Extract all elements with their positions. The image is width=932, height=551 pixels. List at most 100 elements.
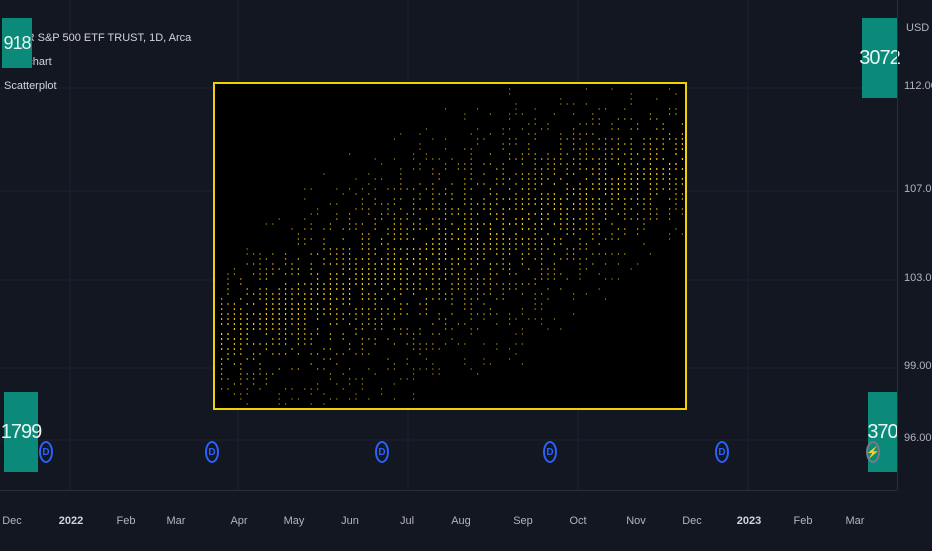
scatter-dot — [573, 203, 575, 205]
scatter-dot — [630, 143, 632, 145]
scatter-dot — [278, 323, 280, 325]
scatter-dot — [317, 293, 319, 295]
scatter-dot — [528, 283, 530, 285]
scatter-dot — [297, 343, 299, 345]
scatter-dot — [509, 188, 511, 190]
scatter-dot — [438, 263, 440, 265]
scatter-dot — [649, 113, 651, 115]
scatter-dot — [272, 263, 274, 265]
scatter-dot — [515, 243, 517, 245]
scatter-dot — [323, 238, 325, 240]
scatter-dot — [400, 233, 402, 235]
time-axis[interactable]: Dec 2022 Feb Mar Apr May Jun Jul Aug Sep… — [0, 490, 897, 551]
scatter-dot — [432, 278, 434, 280]
scatter-dot — [374, 203, 376, 205]
dividend-marker[interactable]: D — [205, 441, 219, 463]
scatter-dot — [413, 208, 415, 210]
scatter-dot — [483, 223, 485, 225]
scatter-dot — [547, 213, 549, 215]
scatter-dot — [240, 313, 242, 315]
scatter-dot — [675, 163, 677, 165]
scatter-dot — [477, 373, 479, 375]
scatter-dot — [573, 148, 575, 150]
dividend-marker[interactable]: D — [375, 441, 389, 463]
scatter-dot — [329, 313, 331, 315]
scatter-dot — [605, 278, 607, 280]
scatter-dot — [528, 148, 530, 150]
scatter-dot — [605, 148, 607, 150]
scatter-dot — [502, 283, 504, 285]
scatter-dot — [406, 273, 408, 275]
dividend-marker[interactable]: D — [715, 441, 729, 463]
scatter-dot — [304, 238, 306, 240]
scatter-dot — [585, 258, 587, 260]
price-axis[interactable]: USD 112.00 107.00 103.00 99.00 96.00 — [897, 0, 932, 490]
scatter-dot — [246, 388, 248, 390]
scatter-dot — [368, 323, 370, 325]
scatter-dot — [579, 168, 581, 170]
scatter-dot — [451, 233, 453, 235]
scatter-dot — [387, 283, 389, 285]
scatter-dot — [483, 138, 485, 140]
scatter-dot — [649, 188, 651, 190]
scatter-dot — [336, 258, 338, 260]
scatter-dot — [310, 303, 312, 305]
scatter-dot — [521, 163, 523, 165]
scatter-dot — [566, 228, 568, 230]
scatter-dot — [457, 208, 459, 210]
indicator-scatterplot[interactable]: Scatterplot — [4, 74, 191, 98]
scatter-dot — [457, 323, 459, 325]
scatter-dot — [515, 183, 517, 185]
scatter-dot — [509, 118, 511, 120]
scatter-dot — [253, 263, 255, 265]
scatter-dot — [624, 218, 626, 220]
scatter-dot — [553, 183, 555, 185]
scatter-dot — [246, 358, 248, 360]
scatter-dot — [304, 303, 306, 305]
scatter-dot — [477, 258, 479, 260]
scatter-dot — [605, 168, 607, 170]
scatter-dot — [374, 228, 376, 230]
scatter-dot — [681, 178, 683, 180]
lightning-icon[interactable]: ⚡ — [866, 441, 880, 463]
scatter-dot — [624, 228, 626, 230]
scatter-dot — [675, 168, 677, 170]
scatter-dot — [560, 208, 562, 210]
scatter-dot — [675, 138, 677, 140]
scatter-dot — [400, 378, 402, 380]
scatter-dot — [521, 328, 523, 330]
indicator-datachart[interactable]: Datachart — [4, 50, 191, 74]
scatter-dot — [259, 253, 261, 255]
scatter-dot — [611, 198, 613, 200]
scatter-dot — [438, 258, 440, 260]
scatter-dot — [393, 363, 395, 365]
scatter-dot — [496, 273, 498, 275]
scatter-dot — [637, 168, 639, 170]
scatter-dot — [381, 283, 383, 285]
scatter-dot — [637, 123, 639, 125]
scatter-dot — [573, 143, 575, 145]
scatter-dot — [579, 193, 581, 195]
scatter-dot — [675, 153, 677, 155]
scatter-dot — [272, 303, 274, 305]
scatter-dot — [534, 248, 536, 250]
scatter-dot — [579, 248, 581, 250]
scatter-dot — [566, 188, 568, 190]
dividend-marker[interactable]: D — [543, 441, 557, 463]
scatter-dot — [374, 328, 376, 330]
scatter-dot — [489, 193, 491, 195]
scatter-dot — [432, 373, 434, 375]
scatter-dot — [349, 383, 351, 385]
scatter-dot — [541, 223, 543, 225]
symbol-title[interactable]: SPDR S&P 500 ETF TRUST, 1D, Arca — [4, 26, 191, 50]
scatter-dot — [291, 293, 293, 295]
scatter-dot — [400, 328, 402, 330]
scatter-dot — [297, 338, 299, 340]
scatter-dot — [323, 173, 325, 175]
scatter-dot — [233, 338, 235, 340]
dividend-marker[interactable]: D — [39, 441, 53, 463]
scatter-dot — [528, 318, 530, 320]
scatter-dot — [592, 203, 594, 205]
scatter-dot — [579, 163, 581, 165]
scatter-dot — [489, 288, 491, 290]
